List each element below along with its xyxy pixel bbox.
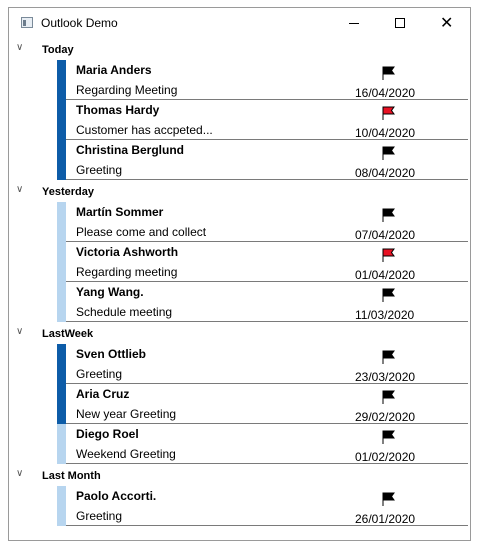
mail-subject: Weekend Greeting bbox=[76, 447, 176, 461]
chevron-down-icon[interactable]: ∨ bbox=[16, 468, 23, 479]
mail-subject: Customer has accpeted... bbox=[76, 123, 213, 137]
group-header[interactable]: ∨ Today bbox=[9, 38, 470, 60]
mail-date: 07/04/2020 bbox=[355, 228, 416, 242]
mail-subject: Greeting bbox=[76, 509, 123, 523]
mail-item[interactable]: Maria Anders Regarding Meeting 16/04/2020 bbox=[9, 60, 470, 100]
sender-name: Sven Ottlieb bbox=[76, 347, 147, 361]
mail-subject: Please come and collect bbox=[76, 225, 207, 239]
mail-item[interactable]: Yang Wang. Schedule meeting 11/03/2020 bbox=[9, 282, 470, 322]
read-status-bar bbox=[57, 424, 66, 464]
group-header[interactable]: ∨ Yesterday bbox=[9, 180, 470, 202]
read-status-bar bbox=[57, 384, 66, 424]
window-title: Outlook Demo bbox=[41, 16, 118, 30]
mail-date: 01/02/2020 bbox=[355, 450, 416, 464]
read-status-bar bbox=[57, 486, 66, 526]
mail-item[interactable]: Paolo Accorti. Greeting 26/01/2020 bbox=[9, 486, 470, 526]
sender-name: Christina Berglund bbox=[76, 143, 185, 157]
sender-name: Maria Anders bbox=[76, 63, 152, 77]
flag-icon[interactable] bbox=[381, 208, 395, 222]
sender-name: Yang Wang. bbox=[76, 285, 144, 299]
mail-item[interactable]: Martín Sommer Please come and collect 07/0… bbox=[9, 202, 470, 242]
group-label: Last Month bbox=[42, 470, 101, 482]
sender-name: Thomas Hardy bbox=[76, 103, 160, 117]
mail-item[interactable]: Diego Roel Weekend Greeting 01/02/2020 bbox=[9, 424, 470, 464]
chevron-down-icon[interactable]: ∨ bbox=[16, 42, 23, 53]
mail-item[interactable]: Victoria Ashworth Regarding meeting 01/04/… bbox=[9, 242, 470, 282]
item-divider bbox=[66, 525, 468, 526]
close-button[interactable]: ✕ bbox=[424, 8, 470, 38]
minimize-icon bbox=[349, 23, 359, 24]
mail-date: 29/02/2020 bbox=[355, 410, 416, 424]
group-label: Yesterday bbox=[42, 186, 94, 198]
read-status-bar bbox=[57, 60, 66, 100]
mail-date: 10/04/2020 bbox=[355, 126, 416, 140]
flag-icon[interactable] bbox=[381, 492, 395, 506]
read-status-bar bbox=[57, 344, 66, 384]
maximize-icon bbox=[395, 18, 405, 28]
sender-name: Victoria Ashworth bbox=[76, 245, 179, 259]
flag-icon[interactable] bbox=[381, 288, 395, 302]
flag-icon[interactable] bbox=[381, 248, 395, 262]
minimize-button[interactable] bbox=[331, 8, 377, 38]
chevron-down-icon[interactable]: ∨ bbox=[16, 326, 23, 337]
mail-date: 11/03/2020 bbox=[355, 308, 415, 322]
read-status-bar bbox=[57, 100, 66, 140]
mail-item[interactable]: Thomas Hardy Customer has accpeted... 10/0… bbox=[9, 100, 470, 140]
mail-date: 01/04/2020 bbox=[355, 268, 416, 282]
read-status-bar bbox=[57, 202, 66, 242]
close-icon: ✕ bbox=[440, 13, 454, 32]
mail-date: 08/04/2020 bbox=[355, 166, 416, 180]
flag-icon[interactable] bbox=[381, 350, 395, 364]
mail-date: 16/04/2020 bbox=[355, 86, 416, 100]
app-window: Outlook Demo ✕ ∨ Today Maria Anders Regardi… bbox=[8, 7, 471, 541]
mail-subject: Greeting bbox=[76, 367, 123, 381]
sender-name: Martín Sommer bbox=[76, 205, 164, 219]
mail-subject: Greeting bbox=[76, 163, 123, 177]
read-status-bar bbox=[57, 242, 66, 282]
mail-subject: Regarding meeting bbox=[76, 265, 178, 279]
flag-icon[interactable] bbox=[381, 146, 395, 160]
group-label: LastWeek bbox=[42, 328, 94, 340]
read-status-bar bbox=[57, 140, 66, 180]
mail-date: 26/01/2020 bbox=[355, 512, 416, 526]
mail-subject: New year Greeting bbox=[76, 407, 177, 421]
flag-icon[interactable] bbox=[381, 390, 395, 404]
group-label: Today bbox=[42, 44, 74, 56]
title-bar[interactable]: Outlook Demo ✕ bbox=[9, 8, 470, 38]
app-icon bbox=[21, 17, 33, 28]
maximize-button[interactable] bbox=[377, 8, 423, 38]
mail-list: ∨ Today Maria Anders Regarding Meeting 16/04… bbox=[9, 38, 470, 526]
sender-name: Diego Roel bbox=[76, 427, 139, 441]
mail-item[interactable]: Aria Cruz New year Greeting 29/02/2020 bbox=[9, 384, 470, 424]
flag-icon[interactable] bbox=[381, 430, 395, 444]
sender-name: Paolo Accorti. bbox=[76, 489, 157, 503]
group-header[interactable]: ∨ LastWeek bbox=[9, 322, 470, 344]
mail-subject: Schedule meeting bbox=[76, 305, 173, 319]
flag-icon[interactable] bbox=[381, 66, 395, 80]
flag-icon[interactable] bbox=[381, 106, 395, 120]
mail-date: 23/03/2020 bbox=[355, 370, 416, 384]
chevron-down-icon[interactable]: ∨ bbox=[16, 184, 23, 195]
mail-item[interactable]: Sven Ottlieb Greeting 23/03/2020 bbox=[9, 344, 470, 384]
sender-name: Aria Cruz bbox=[76, 387, 130, 401]
group-header[interactable]: ∨ Last Month bbox=[9, 464, 470, 486]
mail-item[interactable]: Christina Berglund Greeting 08/04/2020 bbox=[9, 140, 470, 180]
mail-subject: Regarding Meeting bbox=[76, 83, 178, 97]
read-status-bar bbox=[57, 282, 66, 322]
